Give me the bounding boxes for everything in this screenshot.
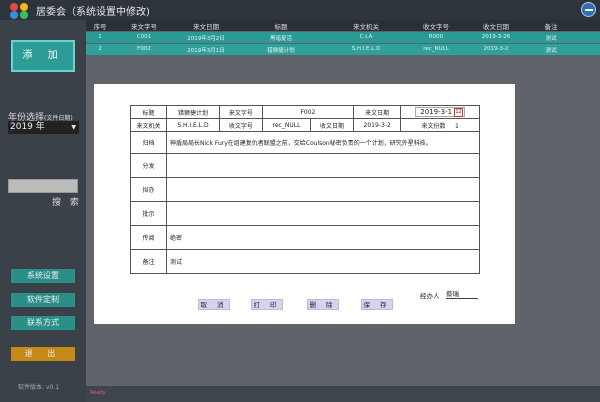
cell: R000 — [428, 34, 444, 40]
app-window: 居委会（系统设置中修改) 添 加 年份选择(文件日期) 2019 年 ▼ 搜 索 … — [0, 0, 600, 402]
app-title: 居委会（系统设置中修改) — [36, 7, 150, 18]
cell: 2019年3月2日 — [187, 36, 225, 42]
agency-field[interactable]: S.H.I.E.L.D — [166, 118, 220, 132]
year-select[interactable]: 2019 年 ▼ — [8, 121, 79, 134]
green-dot-icon — [20, 11, 28, 19]
status-bar: Ready — [86, 386, 600, 402]
doc-date-picker[interactable]: 2019-3-1 12 — [415, 107, 466, 117]
table-row[interactable]: 2 F002 2019年3月1日 猎狮捷计划 S.H.I.E.L.D rec_N… — [86, 44, 600, 55]
form-table: 标题 猎狮捷计划 来文字号 F002 来文日期 2019-3-1 12 来文机关 … — [130, 105, 480, 274]
search-button[interactable]: 搜 索 — [52, 195, 82, 208]
label-dispatch: 分发 — [130, 153, 167, 178]
cell: 测试 — [545, 36, 557, 42]
yellow-dot-icon — [20, 3, 28, 11]
doc-date-cell: 2019-3-1 12 — [400, 105, 480, 119]
label-copies: 来文份数 — [421, 122, 446, 130]
status-text: Ready — [90, 390, 106, 396]
blue-dot-icon — [10, 11, 18, 19]
exit-button[interactable]: 退 出 — [11, 347, 75, 361]
version-text: 软件版本: v0.1 — [18, 384, 60, 391]
label-circulate: 传阅 — [130, 225, 167, 250]
cell: rec_NULL — [423, 46, 449, 52]
col-header-doc-date: 来文日期 — [193, 23, 219, 31]
table-row[interactable]: 1 C001 2019年3月2日 黑暗复活 C.I.A R000 2019-3-… — [86, 32, 600, 43]
title-bar: 居委会（系统设置中修改) — [0, 0, 600, 20]
cell: 2019-3-2 — [483, 46, 509, 52]
remark-field[interactable]: 测试 — [166, 249, 480, 274]
cell: 2 — [98, 46, 102, 52]
handler-label: 经办人 — [420, 292, 440, 300]
custom-software-button[interactable]: 软件定制 — [11, 293, 75, 307]
col-header-doc-no: 来文字号 — [131, 23, 157, 31]
calendar-icon[interactable]: 12 — [454, 108, 464, 117]
label-recv-date: 收文日期 — [310, 118, 354, 132]
document-form: 标题 猎狮捷计划 来文字号 F002 来文日期 2019-3-1 12 来文机关 … — [94, 84, 515, 324]
minimize-icon[interactable] — [581, 2, 596, 17]
system-settings-button[interactable]: 系统设置 — [11, 269, 75, 283]
label-doc-date: 来文日期 — [352, 105, 402, 119]
archive-field[interactable]: 神盾局局长Nick Fury在组建复仇者联盟之前，交给Coulson秘密负责的一… — [166, 131, 480, 154]
cell: 1 — [98, 34, 102, 40]
copies-cell: 来文份数 1 — [400, 118, 480, 132]
cell: F002 — [137, 46, 151, 52]
label-remark: 备注 — [130, 249, 167, 274]
label-agency: 来文机关 — [130, 118, 167, 132]
col-header-recv-no: 收文字号 — [423, 23, 449, 31]
circulate-field[interactable]: 绝密 — [166, 225, 480, 250]
col-header-title: 标题 — [274, 23, 288, 31]
col-header-recv-date: 收文日期 — [483, 23, 509, 31]
cell: 猎狮捷计划 — [267, 48, 295, 54]
label-archive: 归档 — [130, 131, 167, 154]
cell: C.I.A — [359, 34, 373, 40]
cell: 黑暗复活 — [269, 36, 292, 42]
cell: 测试 — [545, 48, 557, 54]
chevron-down-icon: ▼ — [71, 124, 76, 131]
dispatch-field[interactable] — [166, 153, 480, 178]
cell: C001 — [136, 34, 152, 40]
title-field[interactable]: 猎狮捷计划 — [166, 105, 220, 119]
print-button[interactable]: 打 印 — [251, 299, 283, 310]
recv-date-field[interactable]: 2019-3-2 — [352, 118, 402, 132]
instruct-field[interactable] — [166, 201, 480, 226]
label-draft: 拟办 — [130, 177, 167, 202]
doc-no-field[interactable]: F002 — [261, 105, 355, 119]
delete-button[interactable]: 删 除 — [307, 299, 339, 310]
col-header-no: 序号 — [93, 23, 107, 31]
add-button[interactable]: 添 加 — [11, 40, 75, 72]
save-button[interactable]: 保 存 — [361, 299, 393, 310]
label-instruct: 批示 — [130, 201, 167, 226]
contact-button[interactable]: 联系方式 — [11, 316, 75, 330]
label-recv-no: 收文字号 — [218, 118, 263, 132]
label-doc-no: 来文字号 — [218, 105, 263, 119]
col-header-remark: 备注 — [544, 23, 558, 31]
table-header: 序号 来文字号 来文日期 标题 来文机关 收文字号 收文日期 备注 — [86, 20, 600, 31]
cell: 2019年3月1日 — [187, 48, 225, 54]
draft-field[interactable] — [166, 177, 480, 202]
label-title: 标题 — [130, 105, 167, 119]
col-header-agency: 来文机关 — [353, 23, 379, 31]
cancel-button[interactable]: 取 消 — [198, 299, 230, 310]
red-dot-icon — [10, 3, 18, 11]
cell: 2019-3-26 — [481, 34, 511, 40]
cell: S.H.I.E.L.D — [351, 46, 381, 52]
sidebar: 添 加 年份选择(文件日期) 2019 年 ▼ 搜 索 系统设置 软件定制 联系方… — [0, 20, 86, 402]
copies-field[interactable]: 1 — [455, 123, 459, 130]
handler-field[interactable]: 蔡瑞 — [446, 288, 478, 299]
recv-no-field[interactable]: rec_NULL — [261, 118, 312, 132]
search-input[interactable] — [8, 179, 78, 193]
